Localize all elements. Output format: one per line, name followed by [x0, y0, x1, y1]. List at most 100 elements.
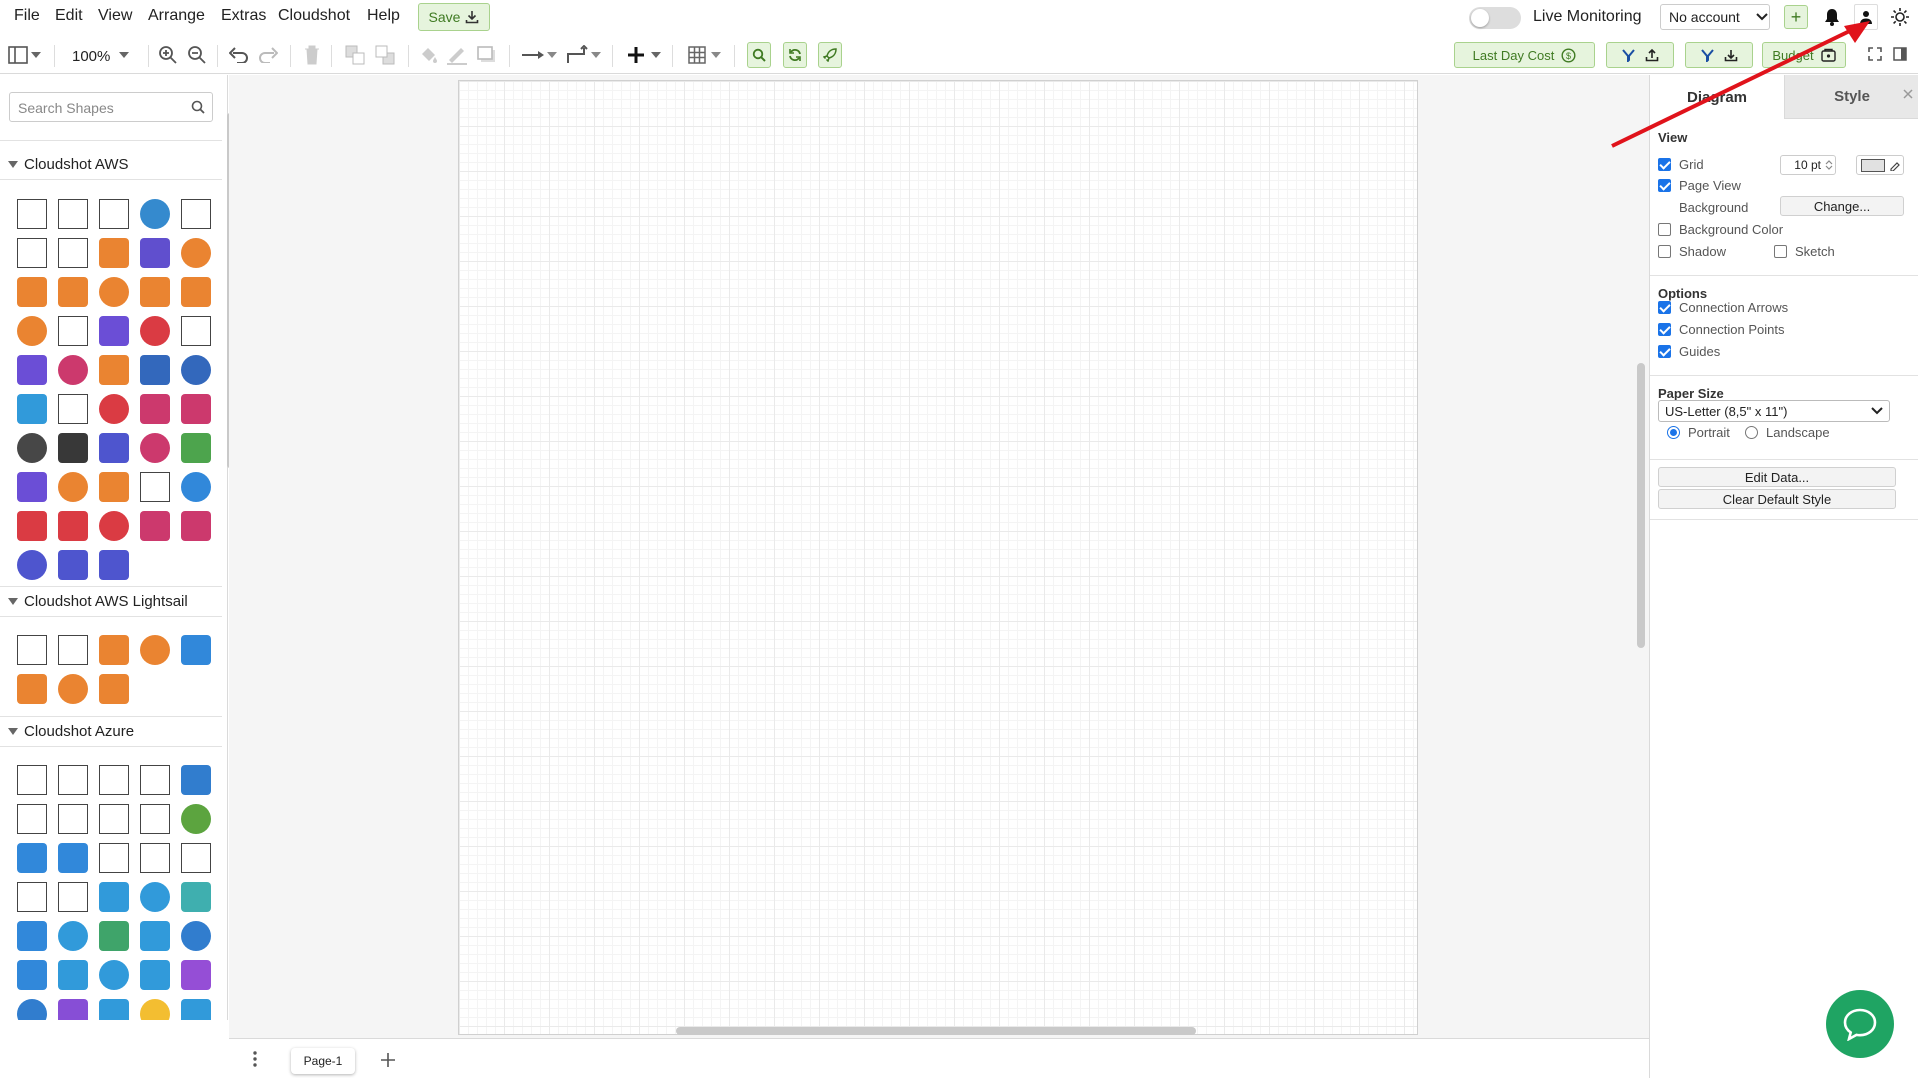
- chevron-down-icon[interactable]: [651, 52, 661, 58]
- fill-color-icon[interactable]: [419, 45, 439, 65]
- zoom-level[interactable]: 100%: [72, 48, 110, 65]
- sketch-checkbox[interactable]: [1774, 245, 1787, 258]
- page-view-option[interactable]: Page View: [1658, 178, 1741, 193]
- shape-thumbnail[interactable]: [99, 882, 129, 912]
- shape-thumbnail[interactable]: [58, 843, 88, 873]
- chevron-down-icon[interactable]: [711, 52, 721, 58]
- connection-arrows-checkbox[interactable]: [1658, 301, 1671, 314]
- landscape-radio[interactable]: [1745, 426, 1758, 439]
- connection-style-icon[interactable]: [521, 49, 547, 61]
- grid-option[interactable]: Grid: [1658, 157, 1704, 172]
- shape-thumbnail[interactable]: [99, 960, 129, 990]
- shape-thumbnail[interactable]: [181, 277, 211, 307]
- shape-thumbnail[interactable]: [17, 882, 47, 912]
- shape-thumbnail[interactable]: [17, 316, 47, 346]
- grid-checkbox[interactable]: [1658, 158, 1671, 171]
- shape-thumbnail[interactable]: [181, 433, 211, 463]
- shape-thumbnail[interactable]: [58, 199, 88, 229]
- shape-thumbnail[interactable]: [99, 765, 129, 795]
- to-back-icon[interactable]: [375, 45, 395, 65]
- connection-points-option[interactable]: Connection Points: [1658, 322, 1785, 337]
- shape-thumbnail[interactable]: [99, 277, 129, 307]
- shadow-option[interactable]: Shadow: [1658, 244, 1726, 259]
- pages-menu-icon[interactable]: [253, 1051, 257, 1067]
- live-monitoring-toggle[interactable]: [1469, 7, 1521, 29]
- shape-thumbnail[interactable]: [140, 511, 170, 541]
- shape-thumbnail[interactable]: [17, 511, 47, 541]
- shape-thumbnail[interactable]: [140, 804, 170, 834]
- menu-edit[interactable]: Edit: [55, 7, 83, 25]
- page-tab[interactable]: Page-1: [291, 1048, 355, 1074]
- shape-thumbnail[interactable]: [140, 355, 170, 385]
- shape-thumbnail[interactable]: [58, 277, 88, 307]
- background-color-checkbox[interactable]: [1658, 223, 1671, 236]
- chevron-down-icon[interactable]: [119, 52, 129, 58]
- launch-button[interactable]: [818, 42, 842, 68]
- shape-thumbnail[interactable]: [99, 355, 129, 385]
- shape-thumbnail[interactable]: [140, 765, 170, 795]
- background-color-option[interactable]: Background Color: [1658, 222, 1783, 237]
- zoom-out-icon[interactable]: [187, 45, 207, 65]
- shape-thumbnail[interactable]: [99, 394, 129, 424]
- shape-thumbnail[interactable]: [58, 433, 88, 463]
- section-cloudshot-aws-lightsail[interactable]: Cloudshot AWS Lightsail: [8, 593, 188, 610]
- shape-thumbnail[interactable]: [99, 921, 129, 951]
- menu-view[interactable]: View: [98, 7, 132, 25]
- shape-thumbnail[interactable]: [58, 960, 88, 990]
- clear-default-style-button[interactable]: Clear Default Style: [1658, 489, 1896, 509]
- shape-thumbnail[interactable]: [17, 635, 47, 665]
- shape-thumbnail[interactable]: [58, 472, 88, 502]
- shape-thumbnail[interactable]: [181, 804, 211, 834]
- shape-thumbnail[interactable]: [99, 316, 129, 346]
- chat-button[interactable]: [1826, 990, 1894, 1058]
- waypoint-icon[interactable]: [566, 45, 590, 65]
- shape-thumbnail[interactable]: [17, 765, 47, 795]
- sketch-option[interactable]: Sketch: [1774, 244, 1835, 259]
- shape-thumbnail[interactable]: [181, 765, 211, 795]
- shape-thumbnail[interactable]: [58, 355, 88, 385]
- shape-thumbnail[interactable]: [58, 238, 88, 268]
- zoom-in-icon[interactable]: [158, 45, 178, 65]
- sidebar-toggle-icon[interactable]: [8, 46, 28, 64]
- shape-thumbnail[interactable]: [181, 238, 211, 268]
- shape-thumbnail[interactable]: [99, 472, 129, 502]
- to-front-icon[interactable]: [345, 45, 365, 65]
- shape-thumbnail[interactable]: [181, 199, 211, 229]
- shape-thumbnail[interactable]: [140, 999, 170, 1020]
- chevron-down-icon[interactable]: [591, 52, 601, 58]
- shape-thumbnail[interactable]: [17, 355, 47, 385]
- shape-thumbnail[interactable]: [99, 674, 129, 704]
- menu-extras[interactable]: Extras: [221, 7, 266, 25]
- section-cloudshot-azure[interactable]: Cloudshot Azure: [8, 723, 134, 740]
- vertical-scrollbar[interactable]: [1637, 363, 1645, 648]
- canvas-area[interactable]: [229, 75, 1649, 1038]
- shape-thumbnail[interactable]: [181, 472, 211, 502]
- shape-thumbnail[interactable]: [58, 765, 88, 795]
- shape-thumbnail[interactable]: [181, 999, 211, 1020]
- shape-thumbnail[interactable]: [17, 472, 47, 502]
- shape-thumbnail[interactable]: [140, 472, 170, 502]
- connection-points-checkbox[interactable]: [1658, 323, 1671, 336]
- change-background-button[interactable]: Change...: [1780, 196, 1904, 216]
- shape-thumbnail[interactable]: [17, 550, 47, 580]
- shadow-checkbox[interactable]: [1658, 245, 1671, 258]
- shape-thumbnail[interactable]: [181, 511, 211, 541]
- paper-size-select[interactable]: US-Letter (8,5" x 11"): [1658, 400, 1890, 422]
- shape-thumbnail[interactable]: [99, 511, 129, 541]
- shape-thumbnail[interactable]: [58, 921, 88, 951]
- shape-thumbnail[interactable]: [17, 674, 47, 704]
- horizontal-scrollbar[interactable]: [676, 1027, 1196, 1035]
- shape-thumbnail[interactable]: [17, 277, 47, 307]
- shape-thumbnail[interactable]: [17, 843, 47, 873]
- shape-thumbnail[interactable]: [99, 843, 129, 873]
- shape-thumbnail[interactable]: [140, 843, 170, 873]
- shape-thumbnail[interactable]: [181, 843, 211, 873]
- shape-thumbnail[interactable]: [140, 277, 170, 307]
- shape-thumbnail[interactable]: [99, 999, 129, 1020]
- shape-thumbnail[interactable]: [17, 199, 47, 229]
- shape-thumbnail[interactable]: [140, 635, 170, 665]
- grid-color-picker[interactable]: [1856, 155, 1904, 175]
- shape-thumbnail[interactable]: [140, 199, 170, 229]
- shape-thumbnail[interactable]: [17, 960, 47, 990]
- search-diagram-button[interactable]: [747, 42, 771, 68]
